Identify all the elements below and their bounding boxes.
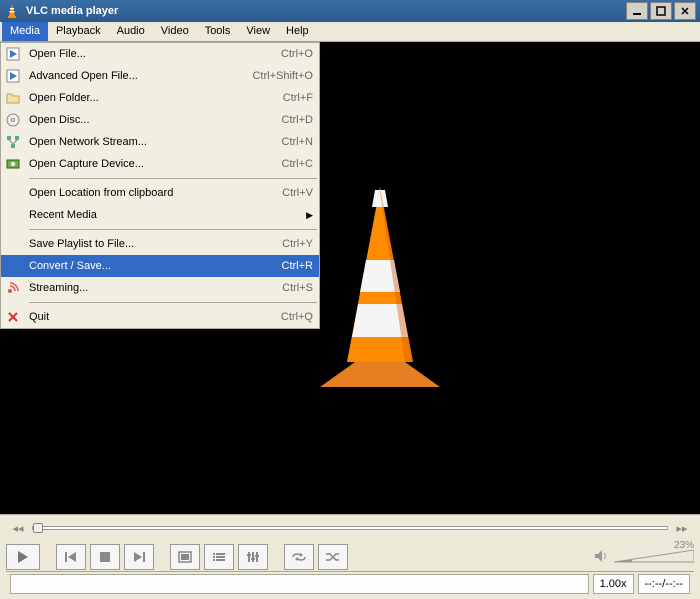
- loop-button[interactable]: [284, 544, 314, 570]
- play-button[interactable]: [6, 544, 40, 570]
- menu-item-label: Open File...: [29, 48, 243, 60]
- play-file-icon: [5, 46, 21, 62]
- controls-panel: ◂◂ ▸▸: [0, 514, 700, 599]
- menu-separator: [29, 302, 317, 303]
- close-button[interactable]: [674, 2, 696, 20]
- previous-button[interactable]: [56, 544, 86, 570]
- volume-slider[interactable]: 23%: [614, 550, 694, 564]
- menu-separator: [29, 178, 317, 179]
- app-icon: [4, 3, 20, 19]
- menu-item-label: Save Playlist to File...: [29, 238, 243, 250]
- menu-item-shortcut: Ctrl+N: [243, 136, 313, 148]
- menu-item-open-folder[interactable]: Open Folder...Ctrl+F: [1, 87, 319, 109]
- network-icon: [5, 134, 21, 150]
- menu-item-label: Open Capture Device...: [29, 158, 243, 170]
- minimize-button[interactable]: [626, 2, 648, 20]
- menu-item-quit[interactable]: QuitCtrl+Q: [1, 306, 319, 328]
- stop-button[interactable]: [90, 544, 120, 570]
- menu-item-label: Advanced Open File...: [29, 70, 243, 82]
- skip-back-icon[interactable]: ◂◂: [8, 520, 28, 536]
- menu-item-shortcut: Ctrl+Shift+O: [243, 70, 313, 82]
- menu-item-shortcut: Ctrl+Q: [243, 311, 313, 323]
- skip-fwd-icon[interactable]: ▸▸: [672, 520, 692, 536]
- menu-item-label: Open Disc...: [29, 114, 243, 126]
- title-bar: VLC media player: [0, 0, 700, 22]
- menu-item-shortcut: Ctrl+V: [243, 187, 313, 199]
- menu-item-open-network-stream[interactable]: Open Network Stream...Ctrl+N: [1, 131, 319, 153]
- quit-icon: [5, 309, 21, 325]
- menu-video[interactable]: Video: [153, 22, 197, 41]
- menu-tools[interactable]: Tools: [197, 22, 239, 41]
- video-area: Open File...Ctrl+OAdvanced Open File...C…: [0, 42, 700, 514]
- menu-view[interactable]: View: [238, 22, 278, 41]
- status-bar: 1.00x --:--/--:--: [6, 571, 694, 595]
- speed-indicator[interactable]: 1.00x: [593, 574, 634, 594]
- menu-item-shortcut: Ctrl+S: [243, 282, 313, 294]
- volume-control: 23%: [594, 549, 694, 566]
- seek-slider[interactable]: [32, 526, 668, 530]
- capture-icon: [5, 156, 21, 172]
- menu-item-label: Convert / Save...: [29, 260, 243, 272]
- blank-icon: [5, 207, 21, 223]
- menu-item-shortcut: Ctrl+Y: [243, 238, 313, 250]
- vlc-cone-icon: [300, 182, 460, 392]
- maximize-button[interactable]: [650, 2, 672, 20]
- playlist-button[interactable]: [204, 544, 234, 570]
- submenu-arrow-icon: ▶: [306, 210, 313, 221]
- fullscreen-button[interactable]: [170, 544, 200, 570]
- settings-button[interactable]: [238, 544, 268, 570]
- window-title: VLC media player: [26, 5, 624, 17]
- menu-media[interactable]: Media: [2, 22, 48, 41]
- media-menu-dropdown: Open File...Ctrl+OAdvanced Open File...C…: [0, 42, 320, 329]
- shuffle-button[interactable]: [318, 544, 348, 570]
- next-button[interactable]: [124, 544, 154, 570]
- menu-item-advanced-open-file[interactable]: Advanced Open File...Ctrl+Shift+O: [1, 65, 319, 87]
- menu-help[interactable]: Help: [278, 22, 317, 41]
- disc-icon: [5, 112, 21, 128]
- menu-item-label: Streaming...: [29, 282, 243, 294]
- menu-item-label: Recent Media: [29, 209, 232, 221]
- blank-icon: [5, 236, 21, 252]
- seek-thumb[interactable]: [33, 523, 43, 533]
- seek-row: ◂◂ ▸▸: [6, 519, 694, 537]
- stream-icon: [5, 280, 21, 296]
- volume-percent-label: 23%: [674, 540, 694, 551]
- menu-item-save-playlist-to-file[interactable]: Save Playlist to File...Ctrl+Y: [1, 233, 319, 255]
- menu-item-open-capture-device[interactable]: Open Capture Device...Ctrl+C: [1, 153, 319, 175]
- menu-playback[interactable]: Playback: [48, 22, 109, 41]
- menu-item-shortcut: Ctrl+R: [243, 260, 313, 272]
- menu-item-label: Open Location from clipboard: [29, 187, 243, 199]
- folder-icon: [5, 90, 21, 106]
- menu-audio[interactable]: Audio: [109, 22, 153, 41]
- speaker-icon[interactable]: [594, 549, 610, 566]
- menu-item-label: Quit: [29, 311, 243, 323]
- menu-separator: [29, 229, 317, 230]
- menu-item-recent-media[interactable]: Recent Media ▶: [1, 204, 319, 226]
- play-file-icon: [5, 68, 21, 84]
- blank-icon: [5, 185, 21, 201]
- blank-icon: [5, 258, 21, 274]
- menu-item-open-location-from-clipboard[interactable]: Open Location from clipboardCtrl+V: [1, 182, 319, 204]
- menu-item-label: Open Network Stream...: [29, 136, 243, 148]
- menu-item-streaming[interactable]: Streaming...Ctrl+S: [1, 277, 319, 299]
- menu-item-open-disc[interactable]: Open Disc...Ctrl+D: [1, 109, 319, 131]
- menu-item-shortcut: Ctrl+F: [243, 92, 313, 104]
- menu-item-convert-save[interactable]: Convert / Save...Ctrl+R: [1, 255, 319, 277]
- menu-item-open-file[interactable]: Open File...Ctrl+O: [1, 43, 319, 65]
- menu-item-shortcut: Ctrl+D: [243, 114, 313, 126]
- button-row: 23%: [6, 543, 694, 571]
- menu-item-label: Open Folder...: [29, 92, 243, 104]
- menu-item-shortcut: Ctrl+O: [243, 48, 313, 60]
- time-indicator[interactable]: --:--/--:--: [638, 574, 690, 594]
- menu-item-shortcut: Ctrl+C: [243, 158, 313, 170]
- menu-bar: Media Playback Audio Video Tools View He…: [0, 22, 700, 42]
- status-text: [10, 574, 589, 594]
